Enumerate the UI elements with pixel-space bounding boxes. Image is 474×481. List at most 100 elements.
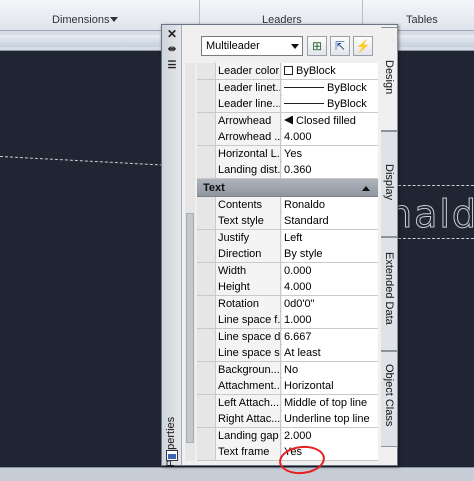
property-value[interactable]: 4.000 [282, 129, 378, 145]
property-row[interactable]: Height 4.000 [197, 279, 378, 296]
property-name: Rotation [215, 295, 281, 312]
property-grid: Leader color ByBlock Leader linet... ByBloc… [197, 63, 378, 461]
property-value[interactable]: No [282, 361, 378, 378]
vertical-scrollbar[interactable] [185, 63, 195, 461]
property-value[interactable]: 1.000 [282, 312, 378, 328]
property-value-text: By style [284, 248, 323, 260]
properties-menu-icon[interactable]: ☰ [165, 59, 179, 73]
select-objects-button[interactable]: ⇱ [330, 36, 350, 56]
ribbon-panel-title: Dimensions [52, 14, 110, 26]
color-swatch-icon [284, 66, 293, 75]
tab-design[interactable]: Design [381, 27, 398, 131]
property-value[interactable]: 0.360 [282, 162, 378, 178]
property-row[interactable]: Line space s...At least [197, 345, 378, 362]
property-value-text: Horizontal [284, 380, 334, 392]
row-gutter [197, 279, 215, 295]
property-value[interactable]: 0d0'0" [282, 295, 378, 312]
row-gutter [197, 79, 215, 96]
property-value[interactable]: By style [282, 246, 378, 262]
property-row[interactable]: Arrowhead Closed filled [197, 112, 378, 129]
property-row[interactable]: Arrowhead ... 4.000 [197, 129, 378, 146]
property-row[interactable]: Leader color ByBlock [197, 63, 378, 80]
chevron-down-icon[interactable] [291, 44, 299, 49]
property-name: Height [215, 279, 281, 295]
property-value[interactable]: 2.000 [282, 427, 378, 444]
property-row[interactable]: Landing dist... 0.360 [197, 162, 378, 179]
property-row[interactable]: Text frame Yes [197, 444, 378, 461]
property-value-text: Middle of top line [284, 396, 368, 409]
property-value[interactable]: At least [282, 345, 378, 361]
property-value-text: Yes [284, 446, 302, 458]
property-row[interactable]: Leader linet... ByBlock [197, 79, 378, 96]
row-gutter [197, 196, 215, 213]
property-value[interactable]: Standard [282, 213, 378, 229]
row-gutter [197, 312, 215, 328]
property-value[interactable]: Left [282, 229, 378, 246]
property-value-text: ByBlock [327, 81, 367, 94]
status-strip [0, 467, 474, 481]
property-value[interactable]: ByBlock [282, 63, 378, 79]
linetype-preview-icon [284, 103, 324, 104]
arrowhead-icon [284, 115, 293, 125]
row-gutter [197, 345, 215, 361]
row-gutter [197, 246, 215, 262]
property-value[interactable]: ByBlock [282, 96, 378, 112]
property-value-text: ByBlock [296, 65, 336, 77]
object-type-select[interactable]: Multileader [201, 36, 303, 56]
property-row[interactable]: Backgroun... No [197, 361, 378, 378]
property-value[interactable]: Middle of top line [282, 394, 378, 411]
palette-title-bar[interactable]: ✕ ⇹ ☰ Properties [162, 25, 182, 467]
property-value[interactable]: Ronaldo [282, 196, 378, 213]
auto-hide-icon[interactable]: ⇹ [165, 43, 179, 57]
property-value[interactable]: Horizontal [282, 378, 378, 394]
property-value[interactable]: Yes [282, 145, 378, 162]
property-row[interactable]: Rotation 0d0'0" [197, 295, 378, 312]
section-header-text[interactable]: Text [197, 178, 378, 197]
property-row[interactable]: Line space d...6.667 [197, 328, 378, 345]
property-name: Arrowhead ... [215, 129, 281, 145]
tab-object-class[interactable]: Object Class [381, 351, 398, 447]
property-value-text: Left [284, 231, 303, 244]
property-name: Text frame [215, 444, 281, 460]
property-row[interactable]: Direction By style [197, 246, 378, 263]
property-row[interactable]: Landing gap 2.000 [197, 427, 378, 444]
property-row[interactable]: Left Attach... Middle of top line [197, 394, 378, 411]
close-icon[interactable]: ✕ [165, 27, 179, 41]
property-row[interactable]: Text style Standard [197, 213, 378, 230]
property-row[interactable]: Horizontal L... Yes [197, 145, 378, 162]
property-row[interactable]: Leader line... ByBlock [197, 96, 378, 113]
property-row[interactable]: Right Attac... Underline top line [197, 411, 378, 428]
property-value[interactable]: Closed filled [282, 112, 378, 129]
property-row[interactable]: Contents Ronaldo [197, 196, 378, 213]
palette-tabs: Design Display Extended Data Object Clas… [381, 27, 399, 447]
tab-extended-data[interactable]: Extended Data [381, 237, 398, 351]
property-name: Landing gap [215, 427, 281, 444]
collapse-icon[interactable] [362, 185, 370, 191]
property-name: Justify [215, 229, 281, 246]
text-frame-bottom [398, 238, 474, 239]
property-value[interactable]: 4.000 [282, 279, 378, 295]
quick-select-button[interactable]: ⚡ [353, 36, 373, 56]
property-value[interactable]: 6.667 [282, 328, 378, 345]
toggle-pickadd-button[interactable]: ⊞ [307, 36, 327, 56]
property-name: Horizontal L... [215, 145, 281, 162]
row-gutter [197, 112, 215, 129]
row-gutter [197, 295, 215, 312]
row-gutter [197, 378, 215, 394]
property-row[interactable]: Width 0.000 [197, 262, 378, 279]
property-value[interactable]: Underline top line [282, 411, 378, 427]
tab-display[interactable]: Display [381, 131, 398, 237]
row-gutter [197, 444, 215, 460]
property-value-text: 4.000 [284, 131, 312, 143]
scrollbar-thumb[interactable] [186, 213, 194, 443]
property-value[interactable]: ByBlock [282, 79, 378, 96]
property-name: Line space f... [215, 312, 281, 328]
property-row[interactable]: Line space f... 1.000 [197, 312, 378, 329]
property-value[interactable]: Yes [282, 444, 378, 460]
property-value[interactable]: 0.000 [282, 262, 378, 279]
property-name: Text style [215, 213, 281, 229]
property-row[interactable]: Attachment... Horizontal [197, 378, 378, 395]
chevron-down-icon[interactable] [110, 17, 118, 22]
property-row[interactable]: Justify Left [197, 229, 378, 246]
property-name: Contents [215, 196, 281, 213]
